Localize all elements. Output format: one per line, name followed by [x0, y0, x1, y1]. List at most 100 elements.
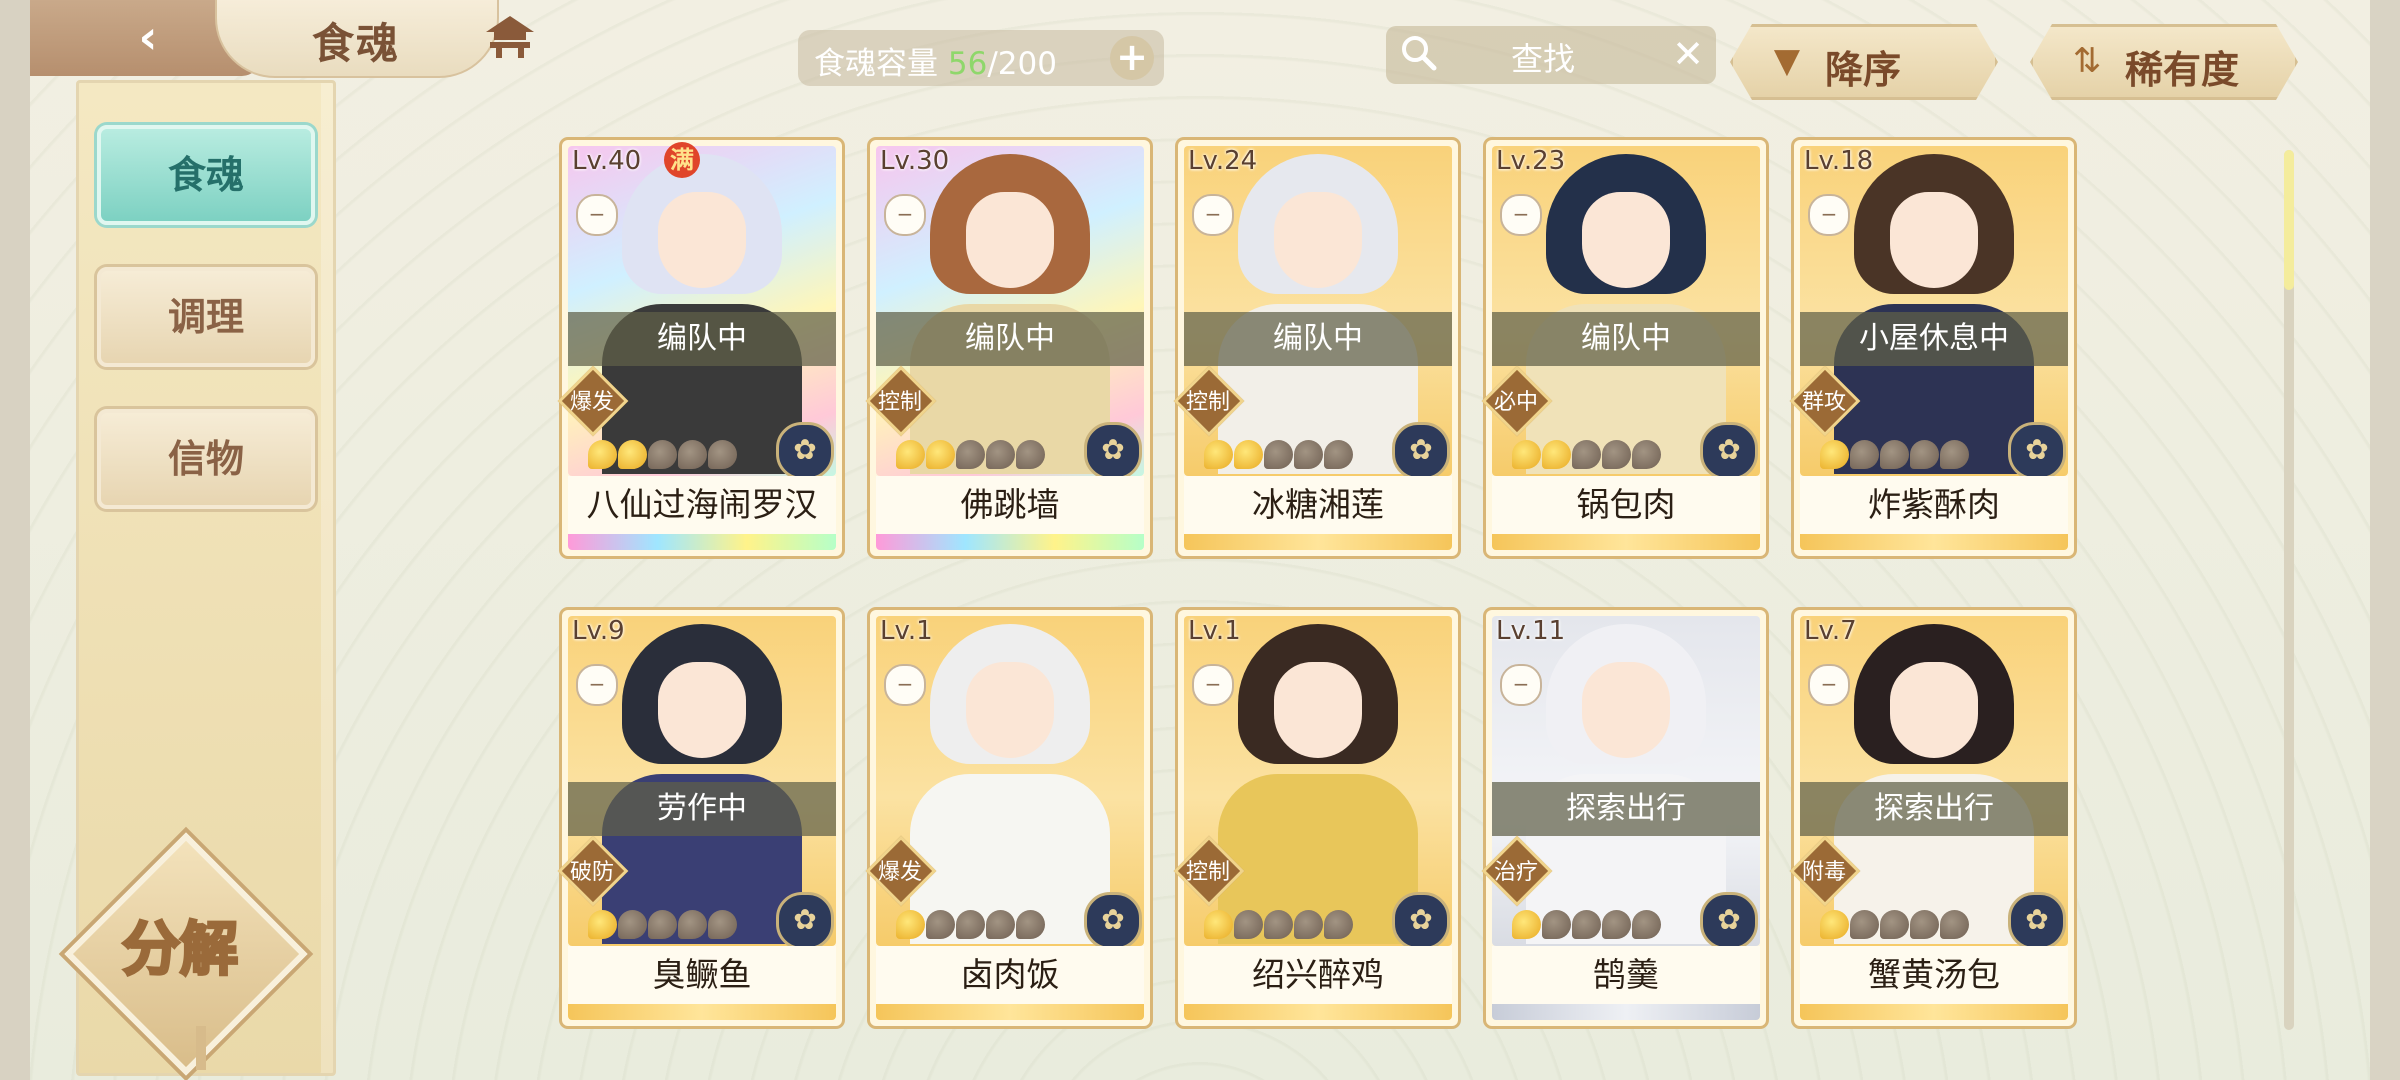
food-soul-card[interactable]: Lv.9 − 劳作中 破防 ✿ 臭鳜鱼: [557, 610, 842, 1026]
bowl-icon: −: [884, 194, 926, 236]
star-pip-icon: [986, 440, 1015, 469]
role-tag: 群攻: [1789, 365, 1861, 437]
star-pip-icon: [896, 910, 925, 939]
search-box[interactable]: 查找 ✕: [1386, 26, 1716, 84]
star-pip-icon: [926, 910, 955, 939]
star-rating: [1820, 440, 1969, 472]
card-rarity-strip: [1800, 534, 2068, 550]
role-label: 治疗: [1493, 860, 1538, 885]
star-pip-icon: [1294, 910, 1323, 939]
star-pip-icon: [588, 440, 617, 469]
food-soul-card[interactable]: Lv.40 满 − 编队中 爆发 ✿ 八仙过海闹罗汉: [557, 140, 842, 556]
star-pip-icon: [1910, 440, 1939, 469]
search-input[interactable]: 查找: [1511, 34, 1575, 80]
star-pip-icon: [1294, 440, 1323, 469]
food-soul-grid: Lv.40 满 − 编队中 爆发 ✿ 八仙过海闹罗汉 Lv.30− 编队中 控制 ✿ 佛跳墙 Lv.24…: [557, 140, 2082, 1030]
star-pip-icon: [1572, 910, 1601, 939]
card-level: Lv.1: [1188, 616, 1241, 646]
page-title: 食魂: [312, 19, 401, 68]
card-level: Lv.11: [1496, 616, 1566, 646]
element-medallion-icon: ✿: [776, 422, 834, 480]
star-pip-icon: [1016, 440, 1045, 469]
sort-key-button[interactable]: ⇅ 稀有度: [2030, 24, 2298, 100]
food-soul-card[interactable]: Lv.24 − 编队中 控制 ✿ 冰糖湘莲: [1173, 140, 1458, 556]
bowl-icon: −: [1808, 664, 1850, 706]
food-soul-card[interactable]: Lv.18 − 小屋休息中 群攻 ✿ 炸紫酥肉: [1789, 140, 2074, 556]
star-pip-icon: [1234, 440, 1263, 469]
card-rarity-strip: [876, 1004, 1144, 1020]
star-pip-icon: [1204, 910, 1233, 939]
capacity-display: 食魂容量 56/200 +: [798, 30, 1164, 86]
food-soul-card[interactable]: Lv.30 − 编队中 控制 ✿ 佛跳墙: [865, 140, 1150, 556]
decompose-tassel: [196, 1026, 206, 1070]
star-pip-icon: [1324, 440, 1353, 469]
character-face: [1890, 192, 1978, 288]
element-medallion-icon: ✿: [1700, 892, 1758, 950]
food-soul-card[interactable]: Lv.7 − 探索出行 附毒 ✿ 蟹黄汤包: [1789, 610, 2074, 1026]
sort-arrows-icon: ⇅: [2072, 41, 2102, 81]
role-tag: 必中: [1481, 365, 1553, 437]
character-face: [1582, 192, 1670, 288]
sort-order-button[interactable]: ▼ 降序: [1730, 24, 1998, 100]
food-soul-card[interactable]: Lv.1 − 控制 ✿ 绍兴醉鸡: [1173, 610, 1458, 1026]
role-label: 必中: [1493, 390, 1538, 415]
star-rating: [1512, 910, 1661, 942]
element-medallion-icon: ✿: [776, 892, 834, 950]
card-rarity-strip: [568, 1004, 836, 1020]
role-tag: 爆发: [865, 835, 937, 907]
card-status: 探索出行: [1800, 782, 2068, 836]
card-level: Lv.30: [880, 146, 950, 176]
card-name: 卤肉饭: [876, 946, 1144, 1004]
scrollbar-thumb[interactable]: [2284, 150, 2294, 290]
capacity-add-button[interactable]: +: [1110, 36, 1154, 80]
bowl-icon: −: [1192, 194, 1234, 236]
card-rarity-strip: [1184, 1004, 1452, 1020]
card-status: 劳作中: [568, 782, 836, 836]
role-label: 群攻: [1801, 390, 1846, 415]
star-rating: [588, 440, 737, 472]
star-pip-icon: [1940, 440, 1969, 469]
star-pip-icon: [1632, 910, 1661, 939]
card-status: 小屋休息中: [1800, 312, 2068, 366]
house-icon: [486, 16, 534, 58]
grid-scrollbar[interactable]: [2284, 150, 2294, 1030]
food-soul-card[interactable]: Lv.23 − 编队中 必中 ✿ 锅包肉: [1481, 140, 1766, 556]
sort-key-label: 稀有度: [2125, 48, 2240, 92]
star-pip-icon: [1512, 440, 1541, 469]
star-pip-icon: [1820, 440, 1849, 469]
sidebar-item-conditioning[interactable]: 调理: [97, 267, 315, 367]
role-tag: 破防: [557, 835, 629, 907]
card-name: 锅包肉: [1492, 476, 1760, 534]
card-status: 编队中: [1184, 312, 1452, 366]
star-pip-icon: [678, 440, 707, 469]
food-soul-card[interactable]: Lv.1 − 爆发 ✿ 卤肉饭: [865, 610, 1150, 1026]
role-tag: 控制: [1173, 365, 1245, 437]
home-button[interactable]: [482, 12, 538, 62]
right-edge-frame: [2370, 0, 2400, 1080]
star-pip-icon: [1542, 440, 1571, 469]
character-face: [658, 662, 746, 758]
star-pip-icon: [1850, 910, 1879, 939]
top-bar: ‹ 食魂 食魂容量 56/200 + 查找 ✕ ▼ 降序 ⇅ 稀有度: [30, 0, 2370, 80]
role-tag: 治疗: [1481, 835, 1553, 907]
sidebar-item-tokens[interactable]: 信物: [97, 409, 315, 509]
clear-search-icon[interactable]: ✕: [1672, 32, 1704, 76]
star-pip-icon: [1542, 910, 1571, 939]
character-face: [966, 662, 1054, 758]
role-tag: 控制: [865, 365, 937, 437]
bowl-icon: −: [1500, 194, 1542, 236]
sidebar-item-soul[interactable]: 食魂: [97, 125, 315, 225]
bowl-icon: −: [576, 194, 618, 236]
decompose-label: 分解: [120, 914, 239, 985]
role-label: 控制: [1185, 390, 1230, 415]
card-name: 冰糖湘莲: [1184, 476, 1452, 534]
card-level: Lv.18: [1804, 146, 1874, 176]
left-edge-frame: [0, 0, 30, 1080]
plus-icon: +: [1116, 35, 1148, 79]
capacity-total: /200: [987, 46, 1057, 82]
role-tag: 附毒: [1789, 835, 1861, 907]
role-label: 爆发: [569, 390, 614, 415]
star-rating: [1204, 440, 1353, 472]
food-soul-card[interactable]: Lv.11 − 探索出行 治疗 ✿ 鹄羹: [1481, 610, 1766, 1026]
star-pip-icon: [588, 910, 617, 939]
